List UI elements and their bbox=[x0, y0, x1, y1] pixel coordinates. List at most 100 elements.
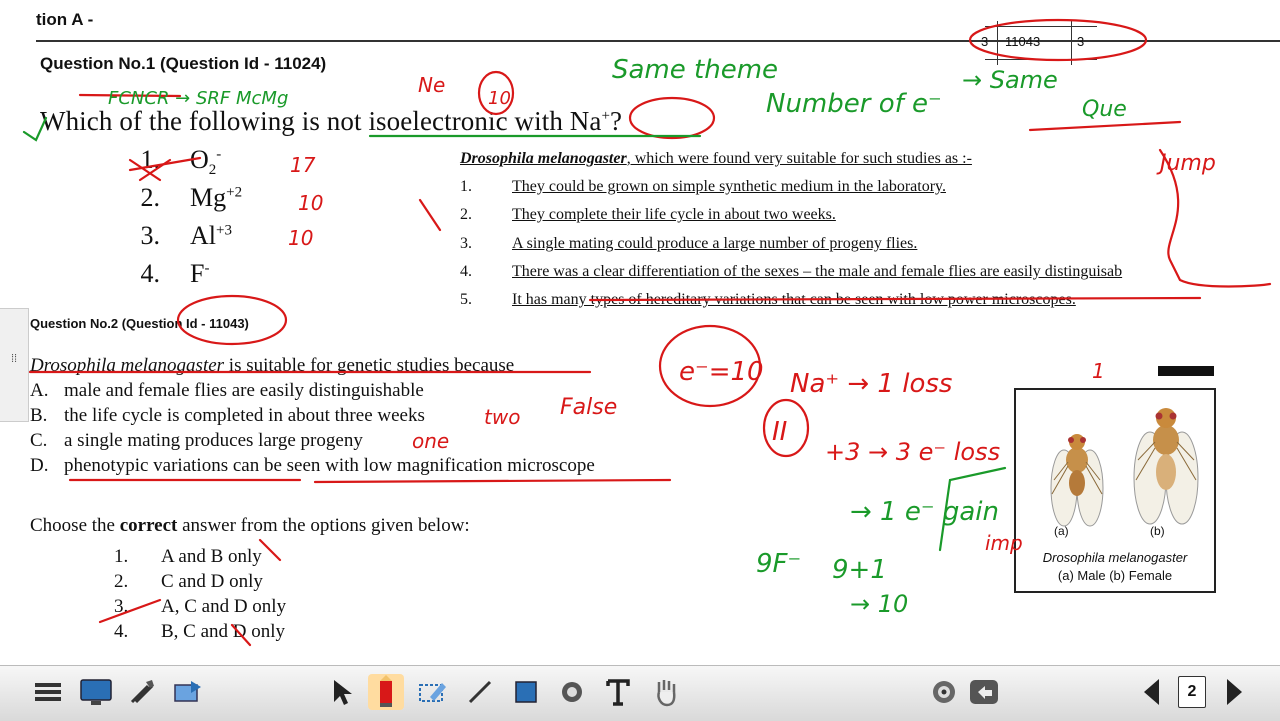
answer-num: 1. bbox=[114, 546, 129, 567]
point-text: They complete their life cycle in about … bbox=[512, 206, 836, 223]
answer-option-1: 1. A and B only bbox=[114, 546, 262, 568]
question-1-options: 1. O2- 2. Mg+2 3. Al+3 4. F- bbox=[120, 145, 380, 295]
formula-base: Al bbox=[190, 221, 216, 250]
formula-sub: 2 bbox=[208, 162, 217, 179]
table-separator bbox=[997, 21, 998, 65]
ink-note: e⁻=10 bbox=[679, 357, 764, 387]
question-2-stem-text: is suitable for genetic studies because bbox=[224, 355, 515, 376]
ink-note: 9F⁻ bbox=[756, 549, 801, 579]
menu-icon[interactable] bbox=[30, 674, 66, 710]
ink-note: → Same bbox=[962, 66, 1058, 94]
answer-num: 3. bbox=[114, 596, 129, 617]
q2-statement-c: C. a single mating produces large progeny bbox=[30, 430, 363, 452]
ink-note: Same theme bbox=[612, 55, 778, 85]
drosophila-point-5: 5. It has many types of hereditary variat… bbox=[460, 291, 1076, 309]
table-cell: 3 bbox=[981, 34, 989, 49]
statement-text: the life cycle is completed in about thr… bbox=[64, 405, 425, 426]
ink-note: 9+1 bbox=[832, 555, 887, 585]
next-page-icon[interactable] bbox=[1216, 674, 1252, 710]
drosophila-point-4: 4. There was a clear differentiation of t… bbox=[460, 263, 1280, 281]
ink-circle-ii bbox=[762, 398, 810, 458]
male-fly bbox=[1050, 434, 1104, 527]
text-icon[interactable] bbox=[600, 674, 636, 710]
line-icon[interactable] bbox=[462, 674, 498, 710]
ink-note: False bbox=[560, 395, 617, 420]
question-2-stem: Drosophila melanogaster is suitable for … bbox=[30, 355, 514, 377]
ink-note: Que bbox=[1082, 97, 1127, 122]
eraser-icon[interactable] bbox=[414, 674, 450, 710]
page-icon[interactable]: 2 bbox=[1174, 674, 1210, 710]
q2-statement-a: A. male and female flies are easily disti… bbox=[30, 380, 424, 402]
question-1-ion-charge: + bbox=[601, 108, 611, 124]
hand-icon[interactable] bbox=[648, 674, 684, 710]
q2-statement-d: D. phenotypic variations can be seen with… bbox=[30, 455, 595, 477]
drosophila-illustration bbox=[1050, 408, 1199, 527]
q1-option-value: O2- bbox=[190, 145, 221, 179]
question-1-ion: Na bbox=[569, 106, 602, 136]
side-panel-tab[interactable]: ⁞⁞ bbox=[0, 308, 29, 422]
point-num: 3. bbox=[460, 235, 472, 252]
pen-icon[interactable] bbox=[368, 674, 404, 710]
table-cell: 3 bbox=[1077, 34, 1085, 49]
ink-circle-e10 bbox=[658, 324, 762, 408]
formula-sup: +3 bbox=[216, 222, 232, 239]
species-name: Drosophila melanogaster bbox=[30, 355, 225, 376]
whiteboard-toolbar: 2 bbox=[0, 665, 1280, 721]
page-number: 2 bbox=[1187, 683, 1197, 700]
answer-text: A and B only bbox=[161, 546, 262, 567]
statement-letter: D. bbox=[30, 455, 49, 476]
female-fly bbox=[1133, 408, 1199, 525]
statement-text: male and female flies are easily disting… bbox=[64, 380, 424, 401]
screen-capture-icon[interactable] bbox=[170, 674, 206, 710]
q1-option-num: 1. bbox=[140, 145, 161, 174]
table-separator bbox=[1071, 21, 1072, 65]
drosophila-point-2: 2. They complete their life cycle in abou… bbox=[460, 206, 836, 224]
ink-note: Number of e⁻ bbox=[766, 89, 942, 119]
display-icon[interactable] bbox=[78, 674, 114, 710]
tools-icon[interactable] bbox=[124, 674, 160, 710]
q1-option-value: Al+3 bbox=[190, 221, 232, 251]
question-id-table: 3 11043 3 bbox=[981, 21, 1097, 65]
ink-note: Na⁺ → 1 loss bbox=[790, 369, 952, 399]
fill-icon[interactable] bbox=[554, 674, 590, 710]
question-1-heading: Question No.1 (Question Id - 11024) bbox=[40, 54, 327, 73]
undo-icon[interactable] bbox=[966, 674, 1002, 710]
prev-page-icon[interactable] bbox=[1134, 674, 1170, 710]
ink-note: → 10 bbox=[850, 590, 908, 618]
question-1-text: Which of the following is not isoelectro… bbox=[40, 106, 622, 137]
formula-base: O bbox=[190, 145, 209, 174]
ink-note: +3 → 3 e⁻ loss bbox=[825, 438, 1000, 466]
statement-text: a single mating produces large progeny bbox=[64, 430, 363, 451]
q1-option-num: 3. bbox=[140, 221, 161, 250]
target-icon[interactable] bbox=[926, 674, 962, 710]
page-number-badge: 2 bbox=[1178, 676, 1206, 708]
question-2-heading: Question No.2 (Question Id - 11043) bbox=[30, 316, 249, 331]
q2-statement-b: B. the life cycle is completed in about t… bbox=[30, 405, 425, 427]
ink-stroke bbox=[938, 466, 1007, 552]
grip-icon: ⁞⁞ bbox=[10, 353, 18, 365]
answer-text: A, C and D only bbox=[161, 596, 287, 617]
rectangle-icon[interactable] bbox=[508, 674, 544, 710]
answer-option-3: 3. A, C and D only bbox=[114, 596, 286, 618]
ink-note: Jump bbox=[1156, 151, 1216, 176]
figure-caption-title: Drosophila melanogaster bbox=[1042, 550, 1188, 565]
point-num: 1. bbox=[460, 178, 472, 195]
point-text: It has many types of hereditary variatio… bbox=[512, 291, 1076, 308]
figure-label-b: (b) bbox=[1150, 524, 1165, 538]
question-1-suffix: ? bbox=[610, 106, 623, 136]
ink-note: Ne bbox=[418, 73, 445, 97]
q1-option-value: F- bbox=[190, 259, 209, 289]
answer-option-2: 2. C and D only bbox=[114, 571, 263, 593]
select-arrow-icon[interactable] bbox=[324, 674, 360, 710]
choose-prefix: Choose the bbox=[30, 515, 120, 536]
figure-label-a: (a) bbox=[1054, 524, 1069, 538]
ink-note: → 1 e⁻ gain bbox=[850, 497, 999, 527]
point-text: A single mating could produce a large nu… bbox=[512, 235, 918, 252]
formula-sup: - bbox=[204, 260, 210, 277]
answer-num: 2. bbox=[114, 571, 129, 592]
choose-instruction: Choose the correct answer from the optio… bbox=[30, 515, 470, 537]
point-num: 4. bbox=[460, 263, 472, 280]
species-name: Drosophila melanogaster bbox=[460, 150, 627, 167]
formula-base: Mg bbox=[190, 183, 227, 212]
point-text: They could be grown on simple synthetic … bbox=[512, 178, 946, 195]
